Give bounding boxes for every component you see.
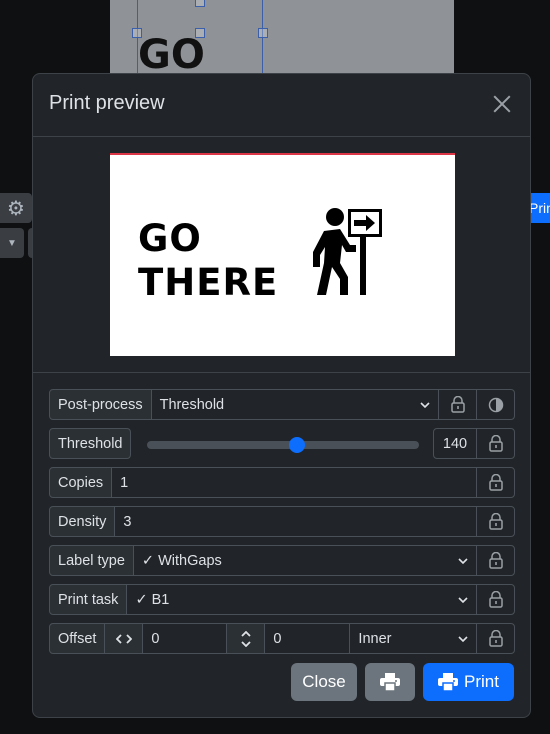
copies-input[interactable]: 1 [111, 467, 477, 498]
threshold-value: 140 [433, 428, 477, 459]
person-sign-icon [313, 208, 382, 295]
label-type-value: ✓ WithGaps [141, 552, 222, 569]
label-type-lock-button[interactable] [476, 545, 515, 576]
background-dropdown[interactable]: ▼ [0, 228, 24, 258]
density-row: Density 3 [49, 506, 515, 537]
close-button[interactable]: Close [291, 663, 357, 701]
lock-icon [488, 630, 503, 647]
post-process-value: Threshold [159, 396, 225, 413]
offset-label: Offset [49, 623, 106, 654]
printer-icon [438, 673, 459, 691]
threshold-slider-area [131, 428, 433, 459]
offset-mode-select[interactable]: Inner [349, 623, 477, 654]
threshold-slider-thumb[interactable] [289, 437, 306, 453]
background-handle [258, 28, 268, 38]
offset-x-icon-box [104, 623, 144, 654]
offset-y-icon-box [226, 623, 266, 654]
print-button-label: Print [464, 672, 499, 691]
arrows-horizontal-icon [115, 633, 132, 644]
arrows-vertical-icon [241, 630, 251, 647]
threshold-row: Threshold 140 [49, 428, 515, 459]
close-icon[interactable] [488, 90, 516, 118]
modal-header: Print preview [33, 74, 530, 137]
post-process-select[interactable]: Threshold [150, 389, 439, 420]
lock-icon [488, 435, 503, 452]
chevron-down-icon [458, 596, 468, 603]
contrast-icon [488, 397, 503, 412]
label-preview: GO THERE [110, 153, 455, 356]
offset-mode-value: Inner [358, 630, 392, 647]
density-label: Density [49, 506, 116, 537]
print-button[interactable]: Print [423, 663, 514, 701]
offset-x-input[interactable]: 0 [142, 623, 228, 654]
lock-icon [488, 591, 503, 608]
offset-row: Offset 0 0 Inner [49, 623, 515, 654]
label-preview-line1: GO [138, 217, 202, 260]
chevron-down-icon [458, 557, 468, 564]
background-handle [195, 0, 205, 7]
printer-icon [380, 673, 400, 691]
copies-row: Copies 1 [49, 467, 515, 498]
print-task-lock-button[interactable] [476, 584, 515, 615]
label-type-row: Label type ✓ WithGaps [49, 545, 515, 576]
post-process-lock-button[interactable] [438, 389, 477, 420]
label-type-select[interactable]: ✓ WithGaps [132, 545, 477, 576]
chevron-down-icon [458, 635, 468, 642]
offset-y-input[interactable]: 0 [264, 623, 351, 654]
background-handle [132, 28, 142, 38]
label-type-label: Label type [49, 545, 134, 576]
copies-label: Copies [49, 467, 113, 498]
post-process-row: Post-process Threshold [49, 389, 515, 420]
density-input[interactable]: 3 [114, 506, 477, 537]
modal-footer: Close Print [291, 663, 514, 701]
lock-icon [488, 552, 503, 569]
background-handle [195, 28, 205, 38]
print-task-row: Print task ✓ B1 [49, 584, 515, 615]
label-preview-line2: THERE [138, 261, 279, 304]
print-preview-modal: Print preview GO THERE Post-process Thre… [32, 73, 531, 718]
label-preview-text: GO THERE [138, 217, 278, 305]
modal-title: Print preview [49, 92, 165, 114]
copies-lock-button[interactable] [476, 467, 515, 498]
threshold-lock-button[interactable] [476, 428, 515, 459]
post-process-label: Post-process [49, 389, 152, 420]
invert-button[interactable] [476, 389, 515, 420]
background-selection-box [137, 0, 263, 76]
threshold-label: Threshold [49, 428, 132, 459]
print-dialog-button[interactable] [365, 663, 415, 701]
lock-icon [488, 513, 503, 530]
chevron-down-icon [420, 401, 430, 408]
gear-icon[interactable]: ⚙ [0, 193, 32, 223]
density-lock-button[interactable] [476, 506, 515, 537]
preview-area: GO THERE [33, 137, 530, 373]
lock-icon [450, 396, 465, 413]
print-task-select[interactable]: ✓ B1 [126, 584, 477, 615]
offset-lock-button[interactable] [476, 623, 515, 654]
lock-icon [488, 474, 503, 491]
print-task-value: ✓ B1 [135, 591, 170, 608]
threshold-slider-track[interactable] [147, 437, 420, 453]
print-task-label: Print task [49, 584, 128, 615]
